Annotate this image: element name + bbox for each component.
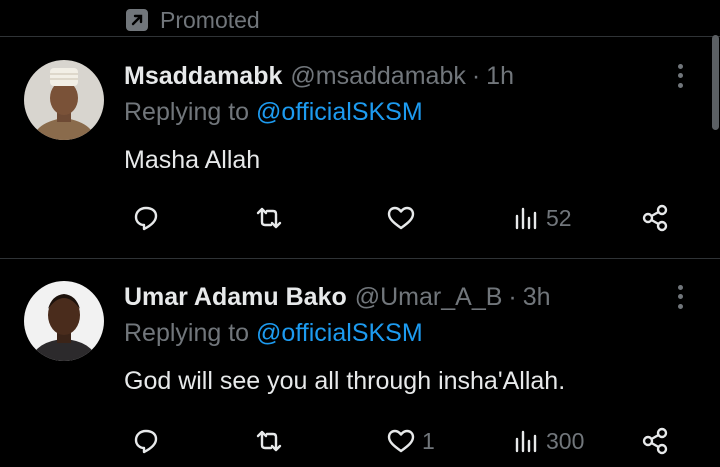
replying-to-line: Replying to @officialSKSM [124,319,423,348]
share-button[interactable] [640,204,670,232]
more-options-icon[interactable] [668,62,692,90]
divider [0,258,720,259]
timestamp[interactable]: 3h [523,283,551,312]
avatar[interactable] [24,281,104,361]
user-handle[interactable]: @Umar_A_B [355,283,503,312]
views-button[interactable]: 300 [514,427,584,455]
retweet-button[interactable] [254,204,284,232]
more-options-icon[interactable] [668,283,692,311]
reply-button[interactable] [132,427,160,455]
tweet-text: God will see you all through insha'Allah… [124,367,566,395]
promoted-text: Promoted [160,6,260,33]
display-name[interactable]: Umar Adamu Bako [124,283,347,312]
retweet-button[interactable] [254,427,284,455]
retweet-icon [256,430,282,452]
view-count: 52 [546,204,572,231]
tweet-reply[interactable]: Umar Adamu Bako @Umar_A_B · 3h Replying … [0,281,720,467]
avatar[interactable] [24,60,104,140]
divider [0,36,720,37]
replying-to-line: Replying to @officialSKSM [124,98,423,127]
heart-icon [387,429,415,453]
tweet-header: Umar Adamu Bako @Umar_A_B · 3h [124,281,551,313]
retweet-icon [256,207,282,229]
views-icon [515,207,537,230]
view-count: 300 [546,427,585,454]
share-icon [642,427,668,455]
tweet-text: Masha Allah [124,146,261,174]
reply-icon [134,429,158,454]
tweet-header: Msaddamabk @msaddamabk · 1h [124,60,514,92]
reply-icon [134,206,158,231]
views-button[interactable]: 52 [514,204,572,232]
heart-icon [387,206,415,230]
like-button[interactable] [386,204,422,232]
views-icon [515,430,537,453]
promoted-label-row: Promoted [126,4,260,36]
share-icon [642,204,668,232]
like-button[interactable]: 1 [386,427,435,455]
share-button[interactable] [640,427,670,455]
user-handle[interactable]: @msaddamabk [290,62,465,91]
promoted-arrow-icon [126,9,148,31]
reply-button[interactable] [132,204,160,232]
mention-link[interactable]: @officialSKSM [256,319,423,347]
separator-dot: · [508,282,517,311]
replying-to-prefix: Replying to [124,319,250,347]
replying-to-prefix: Replying to [124,98,250,126]
mention-link[interactable]: @officialSKSM [256,98,423,126]
separator-dot: · [471,61,481,90]
timestamp[interactable]: 1h [486,62,514,91]
tweet-reply[interactable]: Msaddamabk @msaddamabk · 1h Replying to … [0,60,720,256]
display-name[interactable]: Msaddamabk [124,62,282,91]
like-count: 1 [422,427,435,454]
